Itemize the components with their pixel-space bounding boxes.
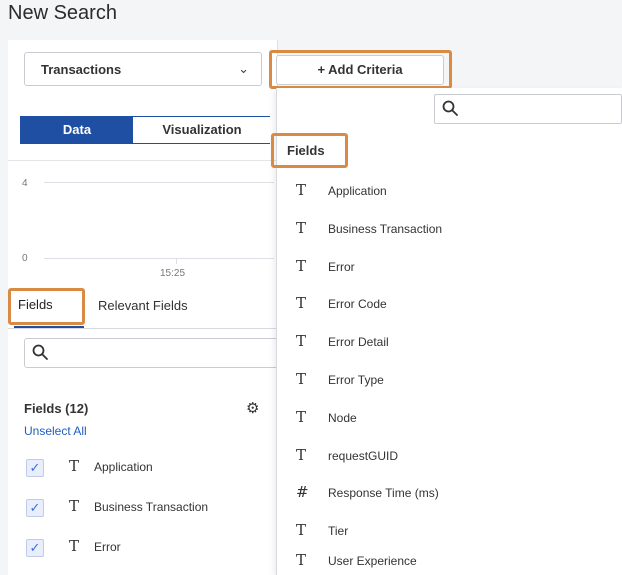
text-type-icon: T [296, 219, 307, 237]
text-type-icon: T [296, 181, 307, 199]
criteria-item-label: Error Detail [328, 335, 389, 349]
page-title: New Search [8, 2, 117, 24]
criteria-item-label: Error [328, 260, 355, 274]
criteria-item-label: Error Code [328, 297, 387, 311]
field-row[interactable]: ✓ T Error [24, 537, 274, 559]
criteria-item-label: Error Type [328, 373, 384, 387]
checkbox-checked[interactable]: ✓ [26, 539, 44, 557]
field-label: Error [94, 540, 121, 554]
tab-relevant-fields[interactable]: Relevant Fields [98, 298, 188, 313]
criteria-item-label: Response Time (ms) [328, 486, 439, 500]
criteria-item[interactable]: T User Experience [296, 551, 616, 575]
chart-y-tick-top: 4 [22, 178, 28, 189]
criteria-search-input[interactable] [434, 94, 622, 124]
gear-icon[interactable]: ⚙ [246, 399, 259, 417]
criteria-item[interactable]: T Error Type [296, 370, 616, 394]
text-type-icon: T [296, 408, 307, 426]
criteria-item-label: Node [328, 411, 357, 425]
text-type-icon: T [296, 294, 307, 312]
fields-search-input[interactable] [24, 338, 284, 368]
tab-data[interactable]: Data [21, 117, 133, 143]
field-label: Business Transaction [94, 500, 209, 514]
fields-count-heading: Fields (12) [24, 401, 89, 416]
criteria-item[interactable]: T Application [296, 181, 616, 205]
chart-baseline [44, 258, 274, 259]
unselect-all-link[interactable]: Unselect All [24, 424, 87, 438]
criteria-item-label: Tier [328, 524, 349, 538]
criteria-item-label: User Experience [328, 554, 417, 568]
view-toggle: Data Visualization [20, 116, 271, 144]
text-type-icon: T [69, 457, 80, 475]
text-type-icon: T [296, 257, 307, 275]
text-type-icon: T [69, 537, 80, 555]
criteria-item[interactable]: # Response Time (ms) [296, 483, 616, 507]
chart-y-tick-bottom: 0 [22, 253, 28, 264]
text-type-icon: T [296, 521, 307, 539]
field-row[interactable]: ✓ T Business Transaction [24, 497, 274, 519]
criteria-item-label: Application [328, 184, 387, 198]
criteria-item-label: requestGUID [328, 449, 399, 463]
source-select[interactable]: Transactions ⌄ [24, 52, 262, 86]
text-type-icon: T [296, 370, 307, 388]
text-type-icon: T [296, 551, 307, 569]
criteria-item[interactable]: T requestGUID [296, 446, 616, 470]
divider [8, 160, 278, 161]
chevron-down-icon: ⌄ [238, 61, 249, 76]
number-type-icon: # [296, 483, 309, 501]
checkbox-checked[interactable]: ✓ [26, 499, 44, 517]
criteria-item[interactable]: T Business Transaction [296, 219, 616, 243]
criteria-item[interactable]: T Node [296, 408, 616, 432]
checkbox-checked[interactable]: ✓ [26, 459, 44, 477]
highlight-box-fields-heading [271, 133, 348, 168]
source-select-value: Transactions [41, 62, 122, 77]
highlight-box-fields-tab [8, 288, 85, 325]
criteria-item-label: Business Transaction [328, 222, 443, 236]
criteria-item[interactable]: T Tier [296, 521, 616, 545]
text-type-icon: T [69, 497, 80, 515]
chart-x-tick-label: 15:25 [160, 268, 186, 279]
text-type-icon: T [296, 332, 307, 350]
tab-visualization[interactable]: Visualization [133, 117, 271, 143]
criteria-item[interactable]: T Error [296, 257, 616, 281]
chart-x-tick-mark [176, 258, 177, 264]
criteria-item[interactable]: T Error Code [296, 294, 616, 318]
search-icon [32, 344, 48, 360]
criteria-item[interactable]: T Error Detail [296, 332, 616, 356]
text-type-icon: T [296, 446, 307, 464]
search-icon [442, 100, 458, 116]
chart-gridline [44, 182, 274, 183]
field-label: Application [94, 460, 153, 474]
field-row[interactable]: ✓ T Application [24, 457, 274, 479]
highlight-box-add-criteria [269, 50, 452, 89]
tabs-divider [8, 328, 278, 329]
